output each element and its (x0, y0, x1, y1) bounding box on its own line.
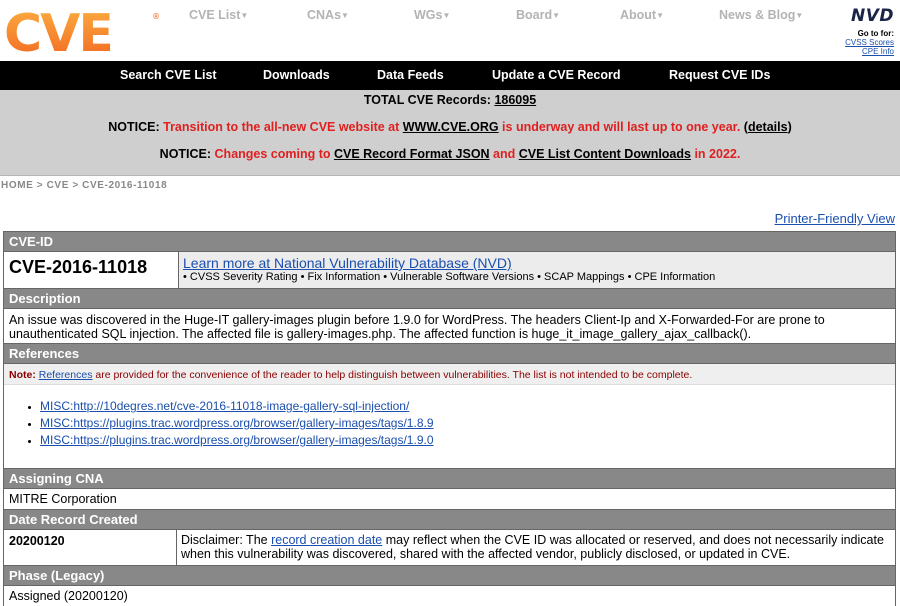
nvd-features: • CVSS Severity Rating • Fix Information… (183, 271, 716, 283)
nav-cve-list[interactable]: CVE List▼ (189, 8, 248, 22)
list-item: MISC:https://plugins.trac.wordpress.org/… (40, 432, 895, 449)
nav-board[interactable]: Board▼ (516, 8, 560, 22)
references-note-link[interactable]: References (39, 369, 93, 381)
nav-news-blog[interactable]: News & Blog▼ (719, 8, 803, 22)
total-records-count[interactable]: 186095 (494, 93, 536, 107)
notice-website-transition: NOTICE: Transition to the all-new CVE we… (108, 120, 792, 134)
nav-wgs[interactable]: WGs▼ (414, 8, 450, 22)
reference-link[interactable]: MISC:https://plugins.trac.wordpress.org/… (40, 433, 434, 447)
menu-search-cve-list[interactable]: Search CVE List (120, 68, 217, 82)
nvd-learn-more-link[interactable]: Learn more at National Vulnerability Dat… (183, 255, 891, 271)
total-records-line: TOTAL CVE Records: 186095 (363, 93, 537, 107)
date-created-value: 20200120 (4, 530, 177, 565)
cpe-info-link[interactable]: CPE Info (824, 47, 894, 56)
cve-id-value: CVE-2016-11018 (4, 252, 179, 288)
menu-downloads[interactable]: Downloads (263, 68, 330, 82)
references-list: MISC:http://10degres.net/cve-2016-11018-… (4, 385, 895, 469)
cve-id-row: CVE-2016-11018 Learn more at National Vu… (4, 252, 895, 289)
cve-id-header: CVE-ID (4, 232, 895, 252)
cvss-scores-link[interactable]: CVSS Scores (824, 38, 894, 47)
json-format-link[interactable]: CVE Record Format JSON (334, 147, 490, 161)
reference-link[interactable]: MISC:http://10degres.net/cve-2016-11018-… (40, 399, 409, 413)
chevron-down-icon: ▼ (552, 11, 561, 20)
notice-format-changes: NOTICE: Changes coming to CVE Record For… (159, 147, 741, 161)
main-menubar: Search CVE List Downloads Data Feeds Upd… (0, 61, 900, 90)
date-created-header: Date Record Created (4, 510, 895, 530)
nav-about[interactable]: About▼ (620, 8, 664, 22)
reference-link[interactable]: MISC:https://plugins.trac.wordpress.org/… (40, 416, 434, 430)
site-header: CVE ® CVE List▼ CNAs▼ WGs▼ Board▼ About▼… (0, 0, 900, 60)
nvd-box: NVD Go to for: CVSS Scores CPE Info (824, 6, 894, 56)
record-creation-date-link[interactable]: record creation date (271, 533, 382, 547)
nvd-info-cell: Learn more at National Vulnerability Dat… (179, 252, 895, 288)
phase-header: Phase (Legacy) (4, 566, 895, 586)
nvd-goto-label: Go to for: (857, 29, 894, 38)
content-downloads-link[interactable]: CVE List Content Downloads (519, 147, 691, 161)
printer-friendly-link[interactable]: Printer-Friendly View (775, 211, 895, 226)
nvd-logo[interactable]: NVD (824, 6, 894, 26)
chevron-down-icon: ▼ (656, 11, 665, 20)
phase-value: Assigned (20200120) (9, 589, 128, 603)
nav-cnas[interactable]: CNAs▼ (307, 8, 349, 22)
cve-org-link[interactable]: WWW.CVE.ORG (403, 120, 499, 134)
assigning-cna-header: Assigning CNA (4, 469, 895, 489)
breadcrumb[interactable]: HOME > CVE > CVE-2016-11018 (1, 180, 167, 191)
menu-data-feeds[interactable]: Data Feeds (377, 68, 444, 82)
top-nav: CVE List▼ CNAs▼ WGs▼ Board▼ About▼ News … (0, 8, 820, 24)
cve-record-table: CVE-ID CVE-2016-11018 Learn more at Nati… (3, 231, 896, 606)
description-text: An issue was discovered in the Huge-IT g… (4, 309, 895, 344)
chevron-down-icon: ▼ (442, 11, 451, 20)
references-note: Note: References are provided for the co… (4, 364, 895, 385)
assigning-cna-value: MITRE Corporation (4, 489, 895, 510)
details-link[interactable]: details (748, 120, 788, 134)
date-disclaimer: Disclaimer: The record creation date may… (181, 533, 884, 561)
description-header: Description (4, 289, 895, 309)
references-header: References (4, 344, 895, 364)
list-item: MISC:http://10degres.net/cve-2016-11018-… (40, 398, 895, 415)
chevron-down-icon: ▼ (240, 11, 249, 20)
list-item: MISC:https://plugins.trac.wordpress.org/… (40, 415, 895, 432)
chevron-down-icon: ▼ (341, 11, 349, 20)
menu-request-cve-ids[interactable]: Request CVE IDs (669, 68, 770, 82)
menu-update-cve-record[interactable]: Update a CVE Record (492, 68, 621, 82)
notice-banner: TOTAL CVE Records: 186095 NOTICE: Transi… (0, 90, 900, 176)
chevron-down-icon: ▼ (795, 11, 804, 20)
date-created-row: 20200120 Disclaimer: The record creation… (4, 530, 895, 566)
